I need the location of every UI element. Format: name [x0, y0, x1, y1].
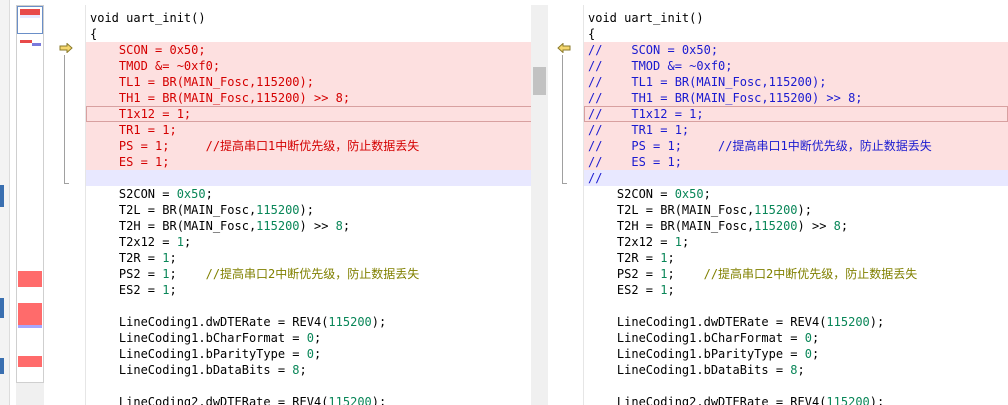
- code-line[interactable]: LineCoding1.bDataBits = 8;: [86, 362, 533, 378]
- code-line[interactable]: T2x12 = 1;: [86, 234, 533, 250]
- diff-overview-map[interactable]: [16, 5, 44, 383]
- code-line[interactable]: void uart_init(): [584, 10, 1008, 26]
- code-line[interactable]: [86, 170, 533, 186]
- arrow-right-icon[interactable]: [59, 43, 73, 53]
- code-line[interactable]: // TMOD &= ~0xf0;: [584, 58, 1008, 74]
- code-line[interactable]: LineCoding2.dwDTERate = REV4(115200);: [86, 394, 533, 405]
- code-line[interactable]: // ES = 1;: [584, 154, 1008, 170]
- code-line[interactable]: T1x12 = 1;: [86, 106, 533, 122]
- code-line[interactable]: LineCoding1.bCharFormat = 0;: [584, 330, 1008, 346]
- left-gutter: [55, 5, 86, 405]
- right-gutter: [553, 5, 584, 405]
- code-line[interactable]: T2H = BR(MAIN_Fosc,115200) >> 8;: [86, 218, 533, 234]
- code-line[interactable]: LineCoding2.dwDTERate = REV4(115200);: [584, 394, 1008, 405]
- code-line[interactable]: {: [86, 26, 533, 42]
- code-line[interactable]: ES = 1;: [86, 154, 533, 170]
- code-line[interactable]: // PS = 1; //提高串口1中断优先级，防止数据丢失: [584, 138, 1008, 154]
- code-line[interactable]: PS2 = 1; //提高串口2中断优先级，防止数据丢失: [584, 266, 1008, 282]
- code-line[interactable]: S2CON = 0x50;: [584, 186, 1008, 202]
- code-line[interactable]: LineCoding1.dwDTERate = REV4(115200);: [584, 314, 1008, 330]
- diff-viewer: void uart_init(){ SCON = 0x50; TMOD &= ~…: [0, 0, 1008, 405]
- code-line[interactable]: LineCoding1.dwDTERate = REV4(115200);: [86, 314, 533, 330]
- left-code-pane[interactable]: void uart_init(){ SCON = 0x50; TMOD &= ~…: [55, 5, 533, 405]
- code-line[interactable]: // SCON = 0x50;: [584, 42, 1008, 58]
- code-line[interactable]: T2R = 1;: [584, 250, 1008, 266]
- code-line[interactable]: ES2 = 1;: [86, 282, 533, 298]
- code-line[interactable]: TH1 = BR(MAIN_Fosc,115200) >> 8;: [86, 90, 533, 106]
- code-line[interactable]: [584, 378, 1008, 394]
- code-line[interactable]: LineCoding1.bParityType = 0;: [584, 346, 1008, 362]
- code-line[interactable]: PS2 = 1; //提高串口2中断优先级，防止数据丢失: [86, 266, 533, 282]
- code-line[interactable]: S2CON = 0x50;: [86, 186, 533, 202]
- code-line[interactable]: void uart_init(): [86, 10, 533, 26]
- code-line[interactable]: [86, 298, 533, 314]
- code-line[interactable]: SCON = 0x50;: [86, 42, 533, 58]
- code-line[interactable]: TL1 = BR(MAIN_Fosc,115200);: [86, 74, 533, 90]
- code-line[interactable]: [584, 298, 1008, 314]
- code-line[interactable]: PS = 1; //提高串口1中断优先级，防止数据丢失: [86, 138, 533, 154]
- code-line[interactable]: T2R = 1;: [86, 250, 533, 266]
- code-line[interactable]: T2L = BR(MAIN_Fosc,115200);: [86, 202, 533, 218]
- code-line[interactable]: T2L = BR(MAIN_Fosc,115200);: [584, 202, 1008, 218]
- code-line[interactable]: ES2 = 1;: [584, 282, 1008, 298]
- code-line[interactable]: LineCoding1.bCharFormat = 0;: [86, 330, 533, 346]
- code-line[interactable]: // TL1 = BR(MAIN_Fosc,115200);: [584, 74, 1008, 90]
- code-line[interactable]: T2H = BR(MAIN_Fosc,115200) >> 8;: [584, 218, 1008, 234]
- code-line[interactable]: // TR1 = 1;: [584, 122, 1008, 138]
- code-line[interactable]: {: [584, 26, 1008, 42]
- code-line[interactable]: [86, 378, 533, 394]
- left-scroll-thumb[interactable]: [533, 67, 546, 95]
- window-left-edge: [0, 0, 10, 405]
- arrow-left-icon[interactable]: [557, 43, 571, 53]
- right-code-pane[interactable]: void uart_init(){// SCON = 0x50;// TMOD …: [553, 5, 1008, 405]
- code-line[interactable]: LineCoding1.bParityType = 0;: [86, 346, 533, 362]
- overview-footer: [16, 383, 44, 405]
- code-line[interactable]: // T1x12 = 1;: [584, 106, 1008, 122]
- code-line[interactable]: TMOD &= ~0xf0;: [86, 58, 533, 74]
- code-line[interactable]: T2x12 = 1;: [584, 234, 1008, 250]
- code-line[interactable]: // TH1 = BR(MAIN_Fosc,115200) >> 8;: [584, 90, 1008, 106]
- left-vertical-scrollbar[interactable]: [531, 5, 548, 405]
- code-line[interactable]: TR1 = 1;: [86, 122, 533, 138]
- code-line[interactable]: LineCoding1.bDataBits = 8;: [584, 362, 1008, 378]
- code-line[interactable]: //: [584, 170, 1008, 186]
